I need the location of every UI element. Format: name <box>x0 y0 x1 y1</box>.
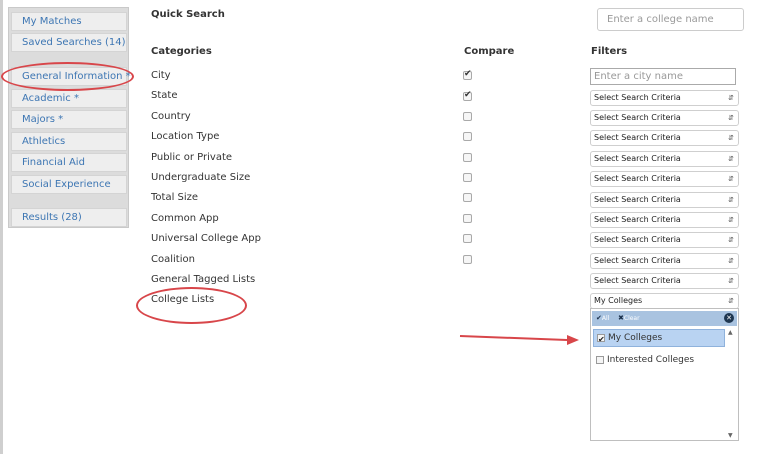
coalition-filter-select[interactable]: Select Search Criteria ⇵ <box>590 253 739 269</box>
select-arrows-icon: ⇵ <box>728 236 734 244</box>
sidebar-item-my-matches[interactable]: My Matches <box>11 12 127 31</box>
compare-header: Compare <box>464 46 515 57</box>
select-value: Select Search Criteria <box>594 93 681 102</box>
select-arrows-icon: ⇵ <box>728 155 734 163</box>
select-arrows-icon: ⇵ <box>728 94 734 102</box>
category-country: Country <box>151 111 191 122</box>
college-search-input[interactable] <box>597 8 744 31</box>
common-app-filter-select[interactable]: Select Search Criteria ⇵ <box>590 212 739 228</box>
select-arrows-icon: ⇵ <box>728 196 734 204</box>
option-my-colleges[interactable]: My Colleges <box>593 329 725 348</box>
category-location-type: Location Type <box>151 131 220 142</box>
sidebar-item-financial-aid[interactable]: Financial Aid <box>11 153 127 172</box>
dropdown-header: ✔All ✖Clear ✕ <box>592 311 737 326</box>
select-all-label: All <box>601 315 610 322</box>
select-value: Select Search Criteria <box>594 256 681 265</box>
scroll-down-icon[interactable]: ▼ <box>728 432 733 439</box>
sidebar-item-athletics[interactable]: Athletics <box>11 132 127 151</box>
country-filter-select[interactable]: Select Search Criteria ⇵ <box>590 110 739 126</box>
select-value: Select Search Criteria <box>594 154 681 163</box>
select-arrows-icon: ⇵ <box>728 216 734 224</box>
scroll-up-icon[interactable]: ▲ <box>728 329 733 336</box>
sidebar-item-majors[interactable]: Majors * <box>11 110 127 129</box>
highlight-circle-general-information <box>1 62 134 91</box>
category-total-size: Total Size <box>151 192 199 203</box>
select-value: Select Search Criteria <box>594 215 681 224</box>
category-coalition: Coalition <box>151 254 195 265</box>
select-all-button[interactable]: ✔All <box>596 314 609 322</box>
category-general-tagged-lists: General Tagged Lists <box>151 274 256 285</box>
option-label: Interested Colleges <box>607 355 695 365</box>
option-checkbox[interactable] <box>597 332 605 348</box>
category-common-app: Common App <box>151 213 219 224</box>
college-lists-dropdown: ✔All ✖Clear ✕ My Colleges Interested Col… <box>590 308 739 441</box>
compare-checkbox-undergraduate-size[interactable] <box>463 173 472 182</box>
left-edge <box>0 0 3 454</box>
compare-checkbox-public-or-private[interactable] <box>463 153 472 162</box>
compare-checkbox-universal-college-app[interactable] <box>463 234 472 243</box>
compare-checkbox-city[interactable] <box>463 69 472 80</box>
category-undergraduate-size: Undergraduate Size <box>151 172 251 183</box>
category-city: City <box>151 70 171 81</box>
universal-college-app-filter-select[interactable]: Select Search Criteria ⇵ <box>590 232 739 248</box>
category-public-or-private: Public or Private <box>151 152 233 163</box>
sidebar-item-saved-searches[interactable]: Saved Searches (14) <box>11 33 127 52</box>
compare-checkbox-coalition[interactable] <box>463 255 472 264</box>
select-value: My Colleges <box>594 296 643 305</box>
college-lists-filter-select[interactable]: My Colleges ⇵ <box>590 293 739 309</box>
location-type-filter-select[interactable]: Select Search Criteria ⇵ <box>590 130 739 146</box>
select-value: Select Search Criteria <box>594 195 681 204</box>
select-arrows-icon: ⇵ <box>728 134 734 142</box>
category-state: State <box>151 90 178 101</box>
select-arrows-icon: ⇵ <box>728 297 734 305</box>
select-arrows-icon: ⇵ <box>728 277 734 285</box>
compare-checkbox-state[interactable] <box>463 90 472 101</box>
select-arrows-icon: ⇵ <box>728 257 734 265</box>
annotation-arrow-icon <box>459 335 579 345</box>
total-size-filter-select[interactable]: Select Search Criteria ⇵ <box>590 192 739 208</box>
undergraduate-size-filter-select[interactable]: Select Search Criteria ⇵ <box>590 171 739 187</box>
dropdown-scrollbar[interactable]: ▲ ▼ <box>728 329 736 439</box>
select-value: Select Search Criteria <box>594 113 681 122</box>
categories-header: Categories <box>151 46 212 57</box>
sidebar-item-results[interactable]: Results (28) <box>11 208 127 227</box>
select-arrows-icon: ⇵ <box>728 114 734 122</box>
close-icon[interactable]: ✕ <box>724 313 734 323</box>
sidebar-item-academic[interactable]: Academic * <box>11 89 127 108</box>
compare-checkbox-country[interactable] <box>463 112 472 121</box>
option-label: My Colleges <box>608 333 663 343</box>
select-arrows-icon: ⇵ <box>728 175 734 183</box>
sidebar: My Matches Saved Searches (14) General I… <box>8 7 131 228</box>
select-value: Select Search Criteria <box>594 174 681 183</box>
filters-header: Filters <box>591 46 628 57</box>
city-filter-input[interactable] <box>590 68 736 85</box>
option-interested-colleges[interactable]: Interested Colleges <box>593 352 725 370</box>
select-value: Select Search Criteria <box>594 235 681 244</box>
select-value: Select Search Criteria <box>594 133 681 142</box>
option-checkbox[interactable] <box>596 356 604 364</box>
compare-checkbox-location-type[interactable] <box>463 132 472 141</box>
select-value: Select Search Criteria <box>594 276 681 285</box>
highlight-circle-college-lists <box>136 287 247 324</box>
clear-label: Clear <box>623 315 640 322</box>
quick-search-title: Quick Search <box>151 9 225 20</box>
clear-button[interactable]: ✖Clear <box>618 314 640 322</box>
state-filter-select[interactable]: Select Search Criteria ⇵ <box>590 90 739 106</box>
compare-checkbox-common-app[interactable] <box>463 214 472 223</box>
compare-checkbox-total-size[interactable] <box>463 193 472 202</box>
category-universal-college-app: Universal College App <box>151 233 261 244</box>
public-or-private-filter-select[interactable]: Select Search Criteria ⇵ <box>590 151 739 167</box>
sidebar-item-social-experience[interactable]: Social Experience <box>11 175 127 194</box>
general-tagged-lists-filter-select[interactable]: Select Search Criteria ⇵ <box>590 273 739 289</box>
